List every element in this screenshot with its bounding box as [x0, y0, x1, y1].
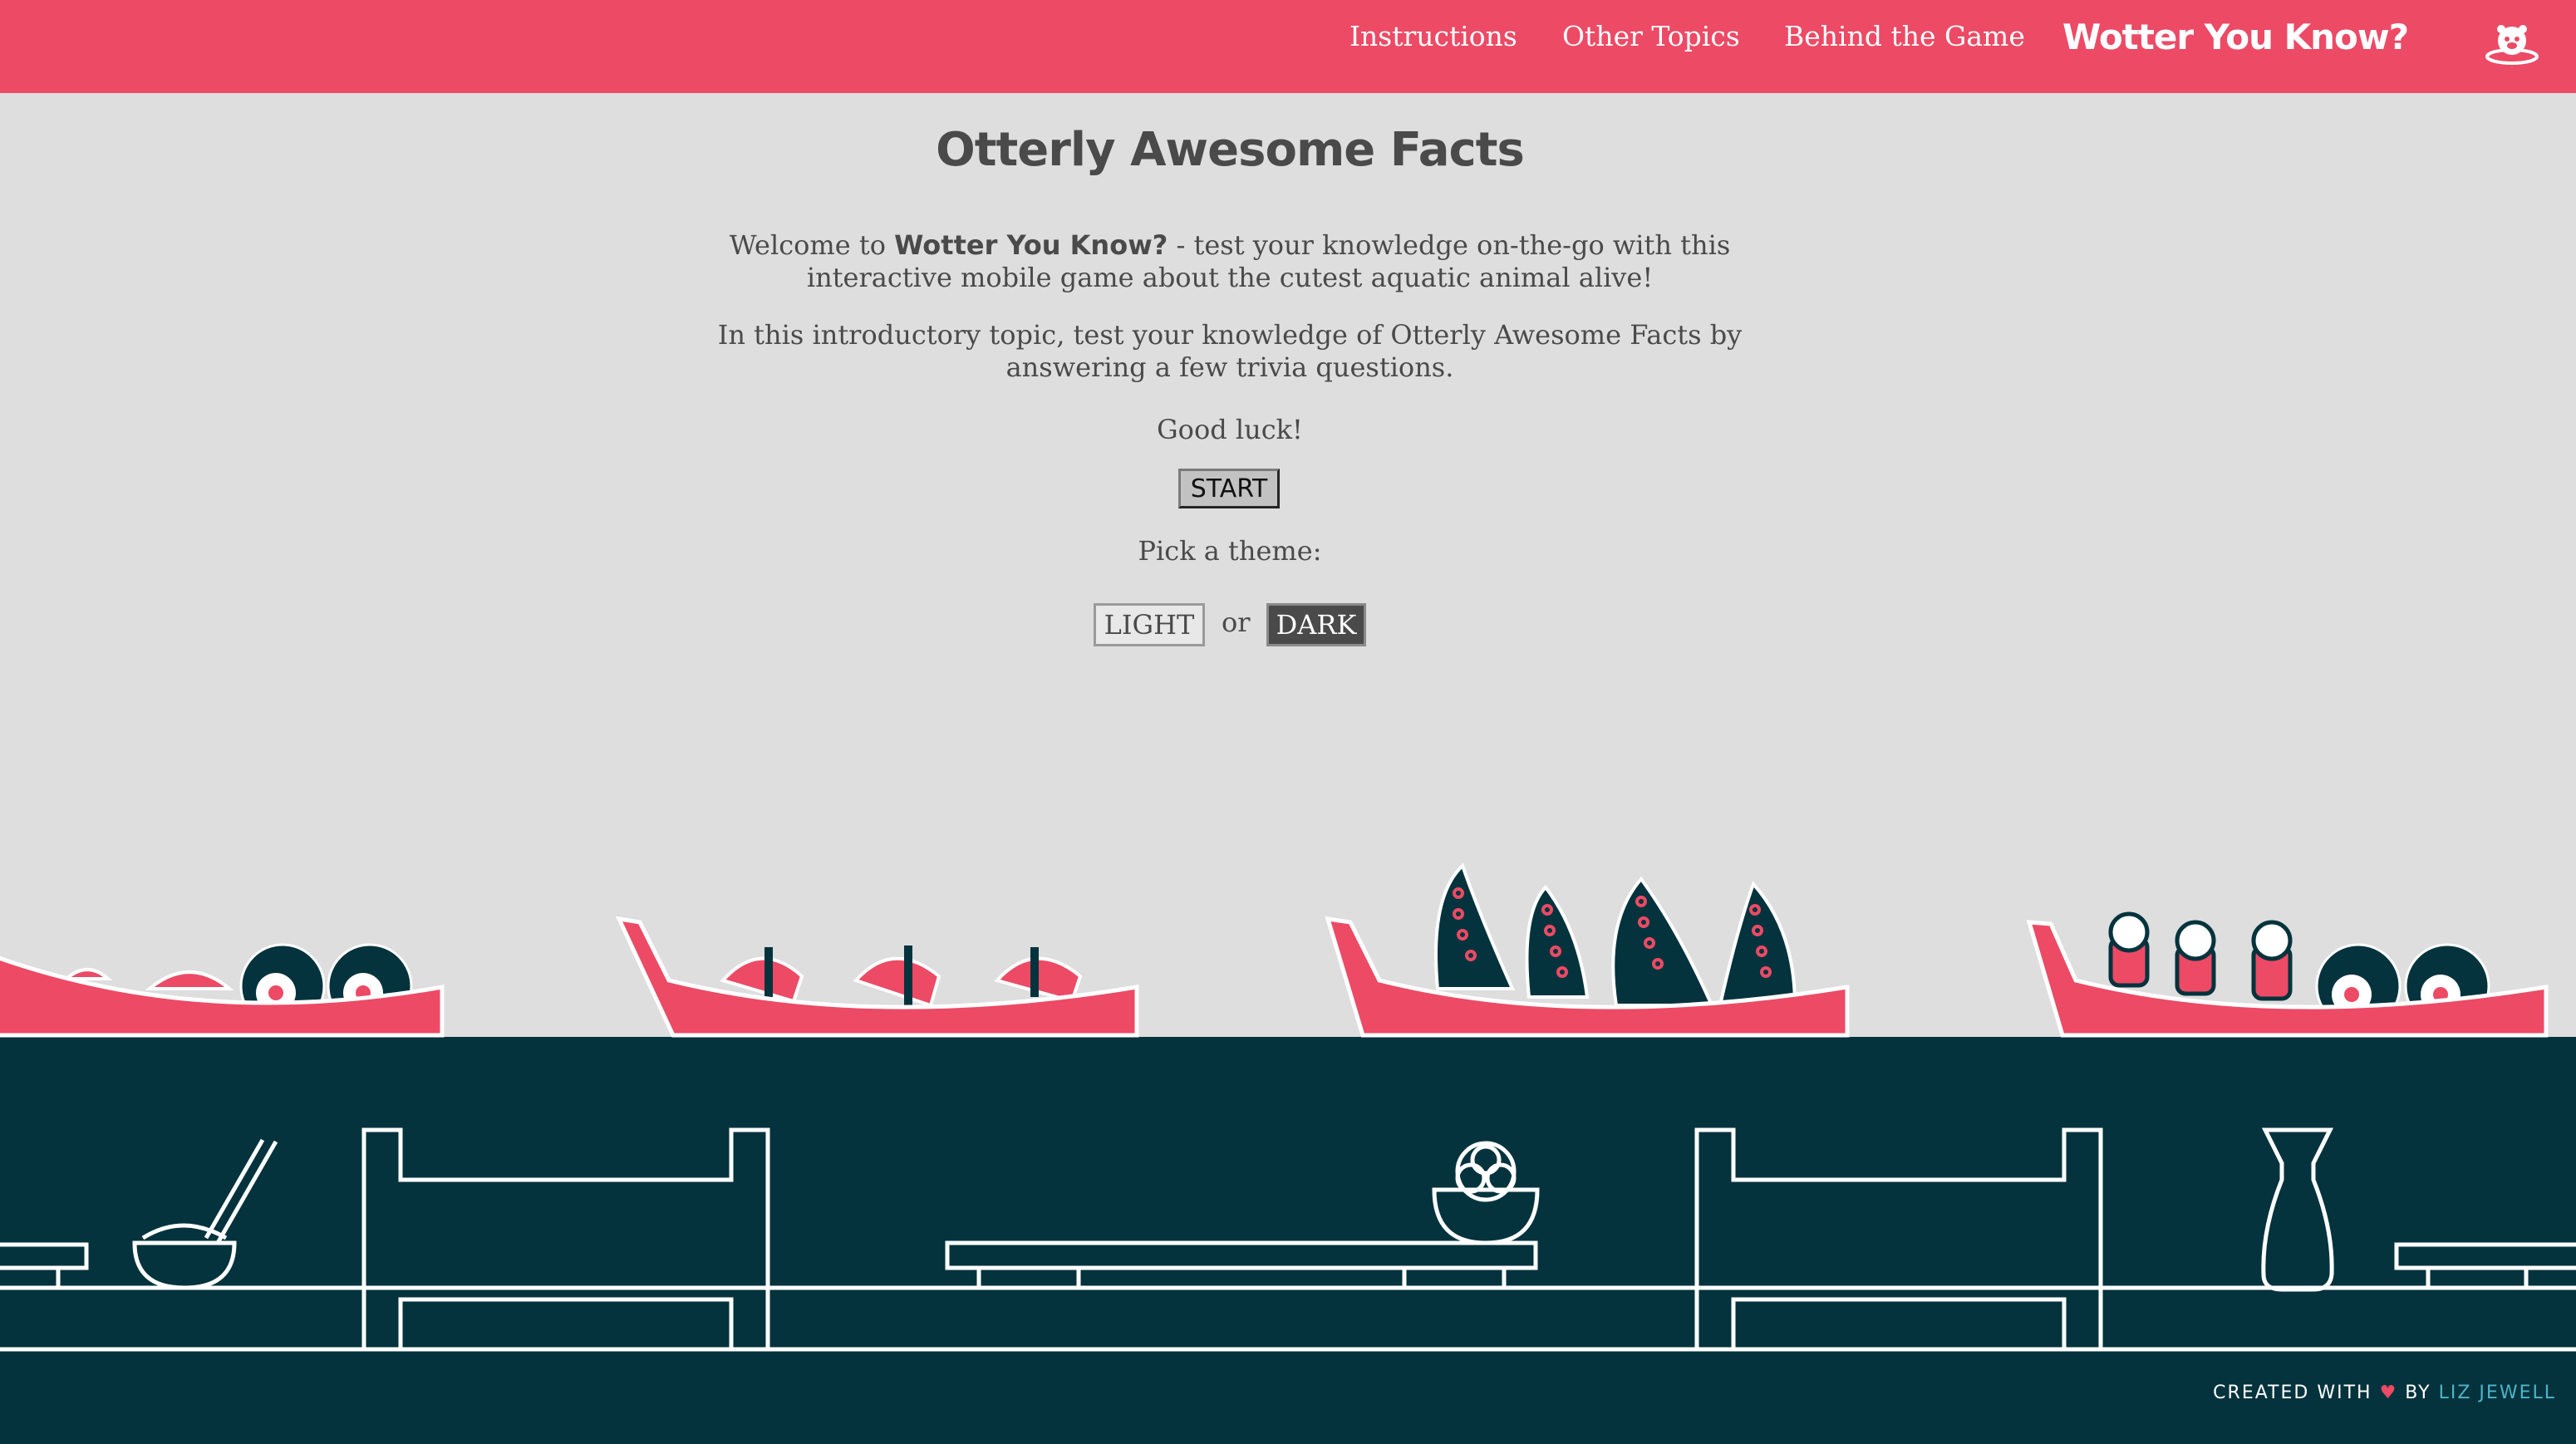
theme-prompt: Pick a theme: — [1138, 535, 1322, 567]
dark-theme-button[interactable]: DARK — [1266, 603, 1366, 646]
welcome-text: Welcome to Wotter You Know? - test your … — [729, 229, 1731, 293]
nav-other-topics[interactable]: Other Topics — [1562, 20, 1740, 52]
sushi-boat-4 — [2026, 911, 2549, 1038]
light-theme-button[interactable]: LIGHT — [1094, 603, 1205, 646]
footer-credits: CREATED WITH ♥ BY LIZ JEWELL — [2213, 1383, 2556, 1403]
author-link[interactable]: LIZ JEWELL — [2439, 1383, 2556, 1403]
top-navigation-bar: Instructions Other Topics Behind the Gam… — [0, 0, 2576, 93]
sushi-bar-illustration — [0, 862, 2576, 1444]
nav-behind-the-game[interactable]: Behind the Game — [1784, 20, 2025, 52]
intro-text: In this introductory topic, test your kn… — [717, 319, 1743, 383]
or-separator: or — [1222, 607, 1251, 638]
game-name: Wotter You Know? — [894, 229, 1168, 261]
sushi-boat-2 — [615, 916, 1139, 1038]
page-title: Otterly Awesome Facts — [936, 123, 1525, 177]
brand-title[interactable]: Wotter You Know? — [2062, 17, 2409, 57]
otter-icon[interactable] — [2485, 18, 2539, 66]
heart-icon: ♥ — [2379, 1383, 2398, 1403]
nav-instructions[interactable]: Instructions — [1349, 20, 1517, 52]
start-button[interactable]: START — [1178, 469, 1280, 508]
good-luck-text: Good luck! — [1157, 414, 1303, 445]
sushi-boat-1 — [0, 943, 445, 1038]
sushi-boat-3 — [1325, 862, 1850, 1038]
